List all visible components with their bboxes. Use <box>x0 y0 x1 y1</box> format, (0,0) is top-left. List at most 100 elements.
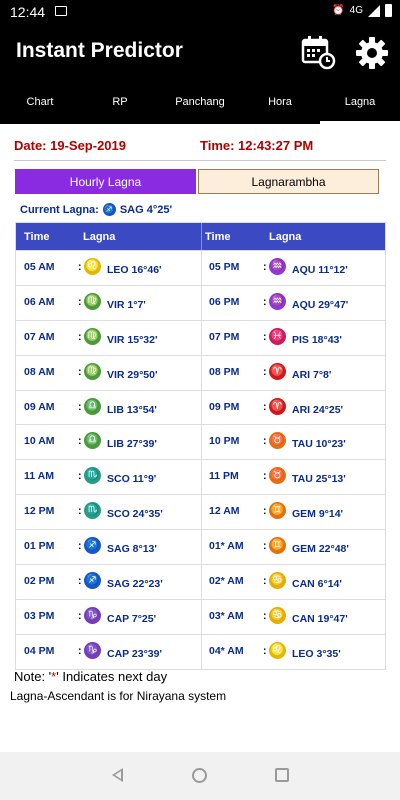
row-time: 04* AM <box>209 644 244 657</box>
row-colon: : <box>78 505 82 518</box>
sagittarius-icon: ♐ <box>102 203 116 216</box>
row-time: 08 PM <box>209 365 240 378</box>
table-row: 01 PM: ♐ SAG 8°13' 01* AM: ♊ GEM 22°48' <box>16 529 385 565</box>
row-time: 03* AM <box>209 609 244 622</box>
lagnarambha-button[interactable]: Lagnarambha <box>198 169 379 194</box>
current-lagna-label: Current Lagna: <box>20 203 99 216</box>
libra-icon: ♎ <box>84 432 101 450</box>
row-time: 06 AM <box>24 295 55 308</box>
time-header-right: Time <box>205 231 231 243</box>
row-time: 11 AM <box>24 470 54 483</box>
tab-lagna[interactable]: Lagna <box>320 80 400 124</box>
cancer-icon: ♋ <box>269 572 286 590</box>
row-time: 09 AM <box>24 400 55 413</box>
row-colon: : <box>78 470 82 483</box>
row-lagna-value: LEO 16°46' <box>107 264 162 276</box>
row-colon: : <box>78 644 82 657</box>
status-time: 12:44 <box>10 4 46 20</box>
lagna-header-right: Lagna <box>269 231 302 243</box>
row-lagna-value: GEM 22°48' <box>292 543 349 556</box>
cancer-icon: ♋ <box>269 606 286 624</box>
row-colon: : <box>263 435 267 448</box>
column-divider <box>201 530 202 565</box>
row-time: 12 PM <box>24 505 55 518</box>
virgo-icon: ♍ <box>84 362 101 380</box>
row-time: 12 AM <box>209 505 240 518</box>
tab-hora[interactable]: Hora <box>240 80 320 124</box>
row-colon: : <box>263 330 267 343</box>
date-label: Date: 19-Sep-2019 <box>14 138 126 153</box>
table-row: 05 AM: ♌ LEO 16°46' 05 PM: ♒ AQU 11°12' <box>16 250 385 285</box>
row-time: 07 AM <box>24 330 55 343</box>
tab-bar: Chart RP Panchang Hora Lagna <box>0 80 400 124</box>
note-suffix: ' Indicates next day <box>56 669 168 684</box>
column-divider <box>201 460 202 495</box>
row-colon: : <box>78 540 82 553</box>
row-lagna-value: SCO 24°35' <box>107 508 163 521</box>
lagna-table: Time Lagna Time Lagna 05 AM: ♌ LEO 16°46' 0… <box>15 222 386 670</box>
row-colon: : <box>78 295 82 308</box>
row-colon: : <box>263 609 267 622</box>
date-time-row: Date: 19-Sep-2019 Time: 12:43:27 PM <box>14 138 386 153</box>
row-time: 05 PM <box>209 261 240 273</box>
row-colon: : <box>263 470 267 483</box>
row-lagna-value: SAG 8°13' <box>107 543 157 556</box>
column-divider <box>201 425 202 460</box>
home-icon[interactable] <box>192 768 207 783</box>
row-colon: : <box>78 435 82 448</box>
row-lagna-value: ARI 7°8' <box>292 368 332 381</box>
row-lagna-value: TAU 10°23' <box>292 438 346 451</box>
table-header: Time Lagna Time Lagna <box>16 223 385 250</box>
gemini-icon: ♊ <box>269 537 286 555</box>
current-lagna-value: SAG 4°25' <box>119 203 173 216</box>
back-icon-inner <box>115 771 121 779</box>
capricorn-icon: ♑ <box>84 641 101 659</box>
lagna-header-left: Lagna <box>83 231 116 243</box>
calendar-clock-icon[interactable] <box>300 34 336 70</box>
time-label: Time: 12:43:27 PM <box>200 138 314 153</box>
row-lagna-value: CAP 23°39' <box>107 647 162 660</box>
taurus-icon: ♉ <box>269 432 286 450</box>
row-colon: : <box>78 261 82 273</box>
column-divider <box>201 565 202 599</box>
column-divider <box>201 355 202 390</box>
capricorn-icon: ♑ <box>84 606 101 624</box>
row-lagna-value: VIR 1°7' <box>107 298 146 311</box>
row-time: 01* AM <box>209 540 244 553</box>
column-divider <box>201 251 202 285</box>
row-lagna-value: LIB 27°39' <box>107 438 157 451</box>
row-lagna-value: GEM 9°14' <box>292 508 344 521</box>
gear-icon[interactable] <box>355 36 389 70</box>
status-icons: ⏰ 4G <box>332 4 392 17</box>
aquarius-icon: ♒ <box>269 292 286 310</box>
row-time: 05 AM <box>24 261 55 273</box>
taurus-icon: ♉ <box>269 467 286 485</box>
table-row: 07 AM: ♍ VIR 15°32' 07 PM: ♓ PIS 18°43' <box>16 319 385 355</box>
virgo-icon: ♍ <box>84 327 101 345</box>
tab-panchang[interactable]: Panchang <box>160 80 240 124</box>
tab-chart[interactable]: Chart <box>0 80 80 124</box>
note-next-day: Note: '*' Indicates next day <box>14 669 167 684</box>
current-lagna: Current Lagna: ♐ SAG 4°25' <box>20 203 172 216</box>
row-time: 04 PM <box>24 644 55 657</box>
row-time: 09 PM <box>209 400 240 413</box>
leo-icon: ♌ <box>84 258 101 275</box>
network-type: 4G <box>349 5 363 16</box>
table-row: 09 AM: ♎ LIB 13°54' 09 PM: ♈ ARI 24°25' <box>16 389 385 425</box>
aries-icon: ♈ <box>269 397 286 415</box>
row-time: 02* AM <box>209 575 244 588</box>
row-colon: : <box>78 400 82 413</box>
column-divider <box>201 495 202 530</box>
row-colon: : <box>78 365 82 378</box>
recents-icon[interactable] <box>275 768 289 782</box>
row-time: 08 AM <box>24 365 55 378</box>
column-divider <box>201 599 202 634</box>
row-colon: : <box>263 400 267 413</box>
aquarius-icon: ♒ <box>269 258 286 275</box>
hourly-lagna-button[interactable]: Hourly Lagna <box>15 169 196 194</box>
row-colon: : <box>263 365 267 378</box>
table-row: 10 AM: ♎ LIB 27°39' 10 PM: ♉ TAU 10°23' <box>16 424 385 460</box>
tab-rp[interactable]: RP <box>80 80 160 124</box>
row-lagna-value: CAP 7°25' <box>107 612 157 625</box>
lagna-mode-toggle: Hourly Lagna Lagnarambha <box>15 169 379 194</box>
